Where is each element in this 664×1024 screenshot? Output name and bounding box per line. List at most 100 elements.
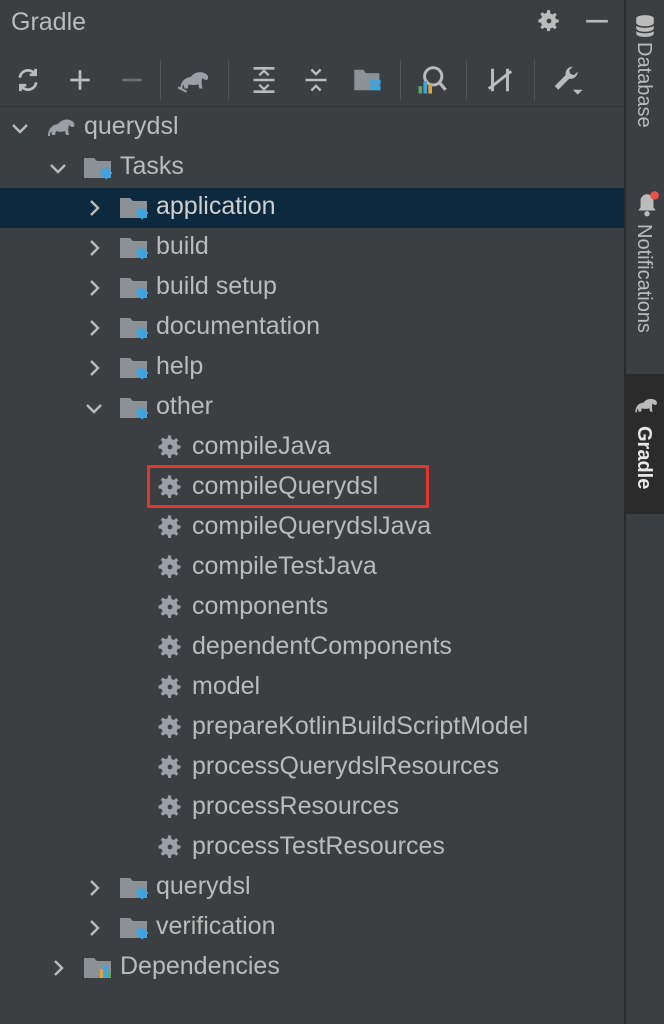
tool-window-header: Gradle bbox=[0, 0, 624, 46]
side-tab-database[interactable]: Database bbox=[626, 0, 664, 160]
chevron-right-icon[interactable] bbox=[84, 318, 104, 338]
task-folder-icon bbox=[118, 913, 152, 943]
tree-node-label: prepareKotlinBuildScriptModel bbox=[192, 712, 529, 740]
task-gear-icon bbox=[156, 513, 190, 543]
reload-icon[interactable] bbox=[10, 62, 46, 98]
execute-task-icon[interactable] bbox=[176, 62, 212, 98]
tree-node-label: other bbox=[156, 392, 213, 420]
task-gear-icon bbox=[156, 713, 190, 743]
side-tab-notifications[interactable]: Notifications bbox=[626, 180, 664, 360]
tree-node-label: components bbox=[192, 592, 329, 620]
chevron-right-icon[interactable] bbox=[84, 878, 104, 898]
task-gear-icon bbox=[156, 793, 190, 823]
database-tab-label: Database bbox=[633, 42, 655, 128]
tree-node-label: processResources bbox=[192, 792, 400, 820]
tree-node-label: build bbox=[156, 232, 209, 260]
collapse-all-icon[interactable] bbox=[298, 62, 334, 98]
task-folder-icon bbox=[118, 273, 152, 303]
chevron-right-icon[interactable] bbox=[84, 238, 104, 258]
tool-window-title: Gradle bbox=[11, 8, 87, 36]
build-tool-settings-icon[interactable] bbox=[550, 62, 586, 98]
toolbar-separator bbox=[160, 60, 161, 100]
tree-node-task[interactable]: compileTestJava bbox=[0, 548, 624, 588]
tree-node-task-group[interactable]: verification bbox=[0, 908, 624, 948]
chevron-right-icon[interactable] bbox=[84, 358, 104, 378]
tree-node-label: dependentComponents bbox=[192, 632, 452, 660]
notifications-tab-label: Notifications bbox=[633, 224, 655, 333]
chevron-down-icon[interactable] bbox=[48, 158, 68, 178]
tree-node-label: help bbox=[156, 352, 204, 380]
database-icon bbox=[634, 14, 656, 43]
tree-node-task-group[interactable]: querydsl bbox=[0, 868, 624, 908]
chevron-down-icon[interactable] bbox=[10, 118, 30, 138]
tree-node-task[interactable]: prepareKotlinBuildScriptModel bbox=[0, 708, 624, 748]
tree-node-dependencies[interactable]: Dependencies bbox=[0, 948, 624, 988]
tree-node-label: Tasks bbox=[120, 152, 184, 180]
task-gear-icon bbox=[156, 633, 190, 663]
toolbar-separator bbox=[466, 60, 467, 100]
tree-node-label: querydsl bbox=[156, 872, 251, 900]
gradle-tool-window: Gradle querydsl Tasks application build … bbox=[0, 0, 624, 1024]
task-gear-icon bbox=[156, 673, 190, 703]
chevron-right-icon[interactable] bbox=[84, 278, 104, 298]
analyze-dependencies-icon[interactable] bbox=[414, 62, 450, 98]
gradle-toolbar bbox=[0, 52, 624, 107]
remove-icon[interactable] bbox=[114, 62, 150, 98]
tree-node-label: Dependencies bbox=[120, 952, 280, 980]
settings-gear-icon[interactable] bbox=[536, 8, 562, 39]
task-folder-icon bbox=[118, 353, 152, 383]
tree-node-label: processTestResources bbox=[192, 832, 445, 860]
dependencies-icon bbox=[82, 953, 116, 983]
tree-node-task[interactable]: compileJava bbox=[0, 428, 624, 468]
task-gear-icon bbox=[156, 593, 190, 623]
task-gear-icon bbox=[156, 833, 190, 863]
tree-node-label: model bbox=[192, 672, 261, 700]
task-gear-icon bbox=[156, 753, 190, 783]
task-folder-icon bbox=[118, 313, 152, 343]
tree-node-task[interactable]: model bbox=[0, 668, 624, 708]
tree-node-task[interactable]: components bbox=[0, 588, 624, 628]
gradle-elephant-icon bbox=[44, 113, 78, 143]
tree-node-task-group[interactable]: help bbox=[0, 348, 624, 388]
tree-node-task-group[interactable]: documentation bbox=[0, 308, 624, 348]
right-tool-stripe: Database Notifications Gradle bbox=[624, 0, 664, 1024]
side-tab-gradle[interactable]: Gradle bbox=[626, 374, 664, 514]
notification-bell-icon bbox=[634, 190, 660, 223]
hide-minus-icon[interactable] bbox=[584, 8, 610, 39]
tree-node-task[interactable]: processResources bbox=[0, 788, 624, 828]
chevron-down-icon[interactable] bbox=[84, 398, 104, 418]
gradle-elephant-icon bbox=[632, 394, 660, 421]
task-gear-icon bbox=[156, 553, 190, 583]
tree-node-label: build setup bbox=[156, 272, 277, 300]
tree-node-task-group[interactable]: application bbox=[0, 188, 624, 228]
tree-node-task-group[interactable]: build setup bbox=[0, 268, 624, 308]
task-folder-icon bbox=[118, 193, 152, 223]
tree-node-label: querydsl bbox=[84, 112, 179, 140]
tree-node-task-group[interactable]: other bbox=[0, 388, 624, 428]
tree-node-task[interactable]: processTestResources bbox=[0, 828, 624, 868]
tree-node-task[interactable]: compileQuerydslJava bbox=[0, 508, 624, 548]
toggle-offline-icon[interactable] bbox=[482, 62, 518, 98]
toolbar-separator bbox=[400, 60, 401, 100]
tree-node-tasks[interactable]: Tasks bbox=[0, 148, 624, 188]
annotation-highlight-box bbox=[147, 465, 429, 508]
tree-node-task-group[interactable]: build bbox=[0, 228, 624, 268]
tree-node-project[interactable]: querydsl bbox=[0, 108, 624, 148]
task-folder-icon bbox=[118, 233, 152, 263]
tree-node-label: compileTestJava bbox=[192, 552, 377, 580]
tree-node-label: application bbox=[156, 192, 276, 220]
chevron-right-icon[interactable] bbox=[84, 918, 104, 938]
expand-all-icon[interactable] bbox=[246, 62, 282, 98]
toolbar-separator bbox=[228, 60, 229, 100]
task-gear-icon bbox=[156, 433, 190, 463]
tree-node-label: compileQuerydslJava bbox=[192, 512, 431, 540]
tree-node-task[interactable]: dependentComponents bbox=[0, 628, 624, 668]
tree-node-label: processQuerydslResources bbox=[192, 752, 500, 780]
chevron-right-icon[interactable] bbox=[48, 958, 68, 978]
tree-node-label: verification bbox=[156, 912, 276, 940]
task-folder-icon bbox=[118, 873, 152, 903]
tree-node-task[interactable]: processQuerydslResources bbox=[0, 748, 624, 788]
group-modules-icon[interactable] bbox=[350, 62, 386, 98]
chevron-right-icon[interactable] bbox=[84, 198, 104, 218]
add-icon[interactable] bbox=[62, 62, 98, 98]
